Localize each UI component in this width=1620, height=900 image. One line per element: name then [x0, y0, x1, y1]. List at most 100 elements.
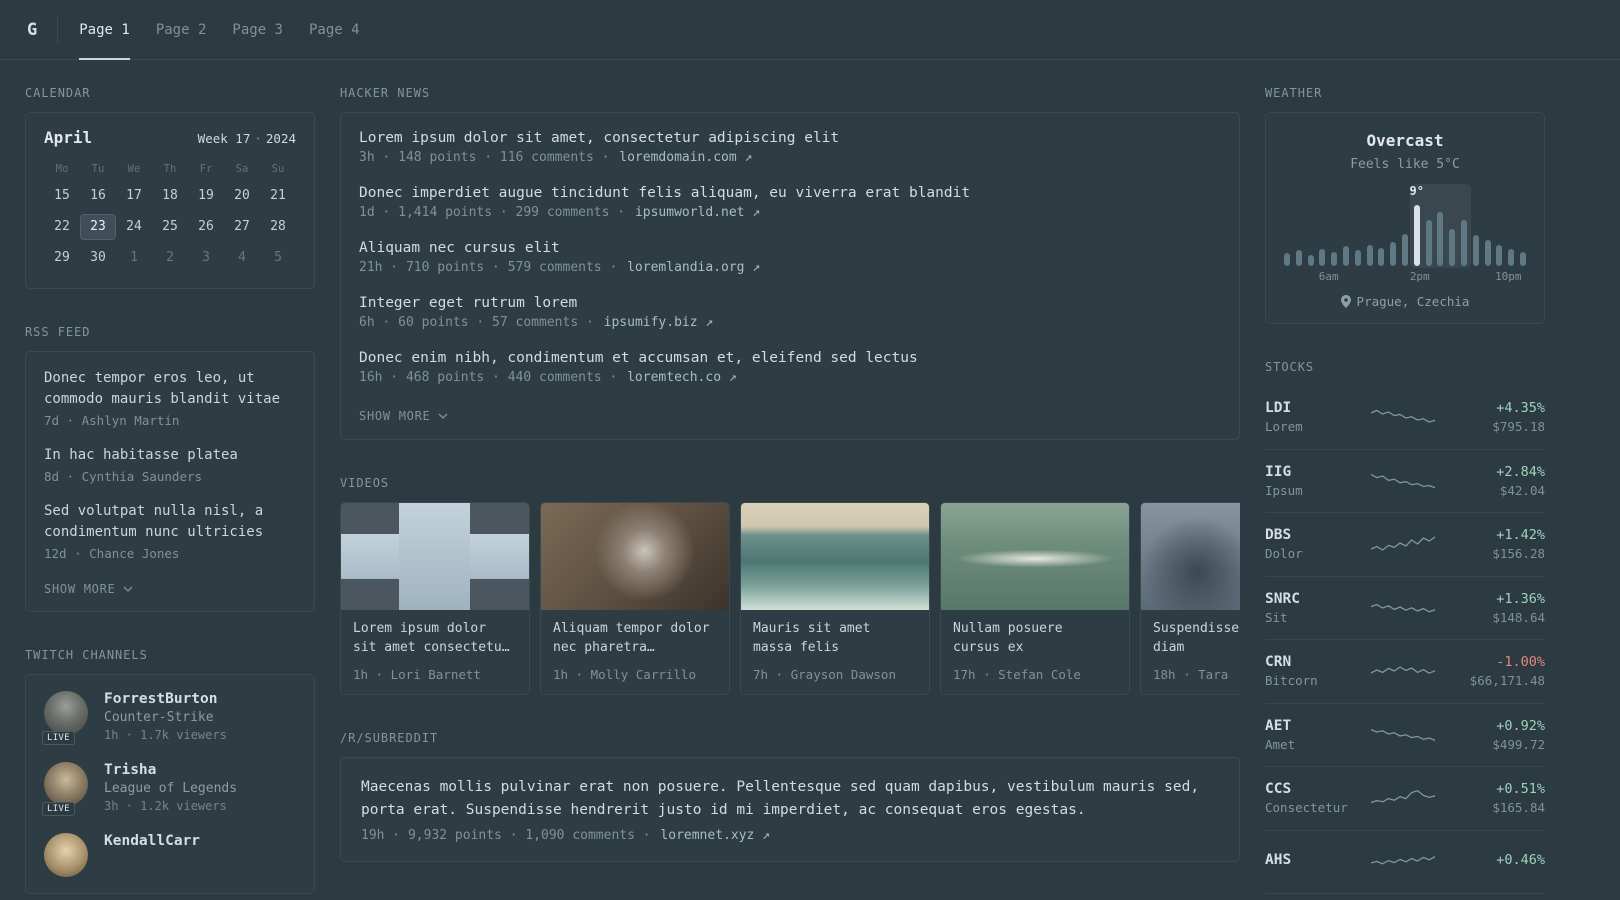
stock-change: +4.35%	[1496, 400, 1545, 417]
twitch-channel-game: League of Legends	[104, 781, 238, 796]
subreddit-section-label: /R/SUBREDDIT	[340, 731, 439, 745]
hn-item-domain-link[interactable]: loremdomain.com ↗	[619, 150, 752, 165]
avatar	[44, 691, 88, 735]
twitch-channel-viewers: 1h · 1.7k viewers	[104, 728, 227, 742]
hn-item-title[interactable]: Integer eget rutrum lorem	[359, 295, 1221, 311]
stock-sparkline	[1361, 468, 1445, 494]
video-card[interactable]: Suspendisse diam 18h · Tara	[1140, 502, 1240, 695]
twitch-channel-info: ForrestBurton Counter-Strike 1h · 1.7k v…	[104, 691, 227, 742]
twitch-channel-row[interactable]: LIVE ForrestBurton Counter-Strike 1h · 1…	[42, 691, 296, 745]
stock-row[interactable]: AET Amet +0.92% $499.72	[1265, 704, 1545, 767]
video-thumbnail[interactable]	[1141, 503, 1240, 610]
right-column: WEATHER Overcast Feels like 5°C 9° 6am 2…	[1265, 86, 1545, 900]
stock-values: +0.46%	[1445, 852, 1545, 871]
stock-row[interactable]: DBS Dolor +1.42% $156.28	[1265, 513, 1545, 577]
dashboard-columns: CALENDAR April Week 17 · 2024 Mo Tu We Th …	[0, 60, 1620, 900]
video-title[interactable]: Suspendisse diam	[1153, 620, 1240, 658]
avatar	[44, 833, 88, 877]
stock-price: $795.18	[1492, 419, 1545, 435]
calendar-widget: CALENDAR April Week 17 · 2024 Mo Tu We Th …	[25, 86, 315, 289]
hn-item-title[interactable]: Aliquam nec cursus elit	[359, 240, 1221, 256]
tab-page-1[interactable]: Page 1	[66, 0, 143, 60]
stock-row[interactable]: LDI Lorem +4.35% $795.18	[1265, 386, 1545, 450]
stock-price: $499.72	[1492, 736, 1545, 752]
twitch-avatar-wrap: LIVE	[42, 691, 90, 745]
hn-show-more-button[interactable]: SHOW MORE	[359, 409, 448, 423]
stock-price: $148.64	[1492, 609, 1545, 625]
video-title[interactable]: Aliquam tempor dolor nec pharetra…	[553, 620, 717, 658]
page-tabs: Page 1 Page 2 Page 3 Page 4	[66, 0, 373, 60]
video-card[interactable]: Mauris sit amet massa felis 7h · Grayson…	[740, 502, 930, 695]
stock-row[interactable]: AHS +0.46%	[1265, 831, 1545, 894]
hacker-news-widget: HACKER NEWS Lorem ipsum dolor sit amet, …	[340, 86, 1240, 440]
hn-item-meta: 1d · 1,414 points · 299 comments · ipsum…	[359, 205, 1221, 220]
weather-bar	[1508, 249, 1515, 266]
dashboard-page: G Page 1 Page 2 Page 3 Page 4 CALENDAR A…	[0, 0, 1620, 900]
hn-item-domain: ipsumworld.net	[634, 205, 745, 220]
calendar-day-next-month: 4	[238, 250, 246, 265]
video-card[interactable]: Aliquam tempor dolor nec pharetra… 1h · …	[540, 502, 730, 695]
video-card[interactable]: Lorem ipsum dolor sit amet consectetu… 1…	[340, 502, 530, 695]
weather-bar	[1425, 219, 1432, 266]
video-title[interactable]: Nullam posuere cursus ex	[953, 620, 1117, 658]
subreddit-post-meta: 19h · 9,932 points · 1,090 comments · lo…	[361, 828, 1219, 843]
rss-show-more-button[interactable]: SHOW MORE	[44, 582, 133, 596]
hn-item-title[interactable]: Donec imperdiet augue tincidunt felis al…	[359, 185, 1221, 201]
hn-item-stats: 21h · 710 points · 579 comments ·	[359, 260, 618, 275]
video-thumbnail[interactable]	[941, 503, 1129, 610]
rss-widget: RSS FEED Donec tempor eros leo, ut commo…	[25, 325, 315, 612]
twitch-channel-name[interactable]: Trisha	[104, 762, 237, 778]
subreddit-post-title[interactable]: Maecenas mollis pulvinar erat non posuer…	[361, 776, 1219, 822]
tab-page-3[interactable]: Page 3	[219, 0, 296, 59]
chevron-down-icon	[438, 413, 447, 419]
twitch-channel-row[interactable]: LIVE Trisha League of Legends 3h · 1.2k …	[42, 762, 296, 816]
stock-sparkline	[1361, 658, 1445, 684]
weather-bar	[1307, 255, 1314, 266]
hn-item-domain-link[interactable]: loremtech.co ↗	[627, 370, 737, 385]
rss-item-title[interactable]: Sed volutpat nulla nisl, a condimentum n…	[44, 501, 296, 543]
app-logo[interactable]: G	[27, 0, 57, 59]
twitch-channel-name[interactable]: ForrestBurton	[104, 691, 227, 707]
tab-page-2[interactable]: Page 2	[143, 0, 220, 59]
video-thumbnail[interactable]	[541, 503, 729, 610]
stock-row[interactable]: CRN Bitcorn -1.00% $66,171.48	[1265, 640, 1545, 704]
hn-item-domain-link[interactable]: ipsumworld.net ↗	[635, 205, 760, 220]
twitch-channel-game: Counter-Strike	[104, 710, 214, 725]
rss-item[interactable]: Donec tempor eros leo, ut commodo mauris…	[44, 368, 296, 428]
stock-row[interactable]: IIG Ipsum +2.84% $42.04	[1265, 450, 1545, 513]
rss-item-title[interactable]: In hac habitasse platea	[44, 445, 296, 466]
rss-item[interactable]: Sed volutpat nulla nisl, a condimentum n…	[44, 501, 296, 561]
stock-name: Sit	[1265, 609, 1288, 625]
rss-item[interactable]: In hac habitasse platea 8d · Cynthia Sau…	[44, 445, 296, 484]
time-label: 10pm	[1495, 270, 1522, 283]
subreddit-post-stats: 19h · 9,932 points · 1,090 comments ·	[361, 828, 651, 844]
video-thumbnail[interactable]	[341, 503, 529, 610]
video-title[interactable]: Lorem ipsum dolor sit amet consectetu…	[353, 620, 517, 658]
weather-bar	[1378, 248, 1385, 266]
rss-item-meta: 8d · Cynthia Saunders	[44, 469, 203, 484]
twitch-channel-name[interactable]: KendallCarr	[104, 833, 200, 849]
weather-bar	[1519, 251, 1526, 266]
video-thumbnail[interactable]	[741, 503, 929, 610]
hn-item-title[interactable]: Lorem ipsum dolor sit amet, consectetur …	[359, 130, 1221, 146]
time-label: 2pm	[1409, 270, 1430, 283]
hn-item-title[interactable]: Donec enim nibh, condimentum et accumsan…	[359, 350, 1221, 366]
stock-row[interactable]: SNRC Sit +1.36% $148.64	[1265, 577, 1545, 640]
middle-column: HACKER NEWS Lorem ipsum dolor sit amet, …	[340, 86, 1240, 898]
stock-ticker: AET	[1265, 717, 1292, 734]
stock-id: SNRC Sit	[1265, 591, 1361, 625]
stock-id: LDI Lorem	[1265, 400, 1361, 434]
stock-row[interactable]: CCS Consectetur +0.51% $165.84	[1265, 767, 1545, 831]
hn-item: Lorem ipsum dolor sit amet, consectetur …	[359, 130, 1221, 165]
video-card[interactable]: Nullam posuere cursus ex 17h · Stefan Co…	[940, 502, 1130, 695]
subreddit-domain-link[interactable]: loremnet.xyz ↗	[660, 828, 770, 843]
stock-values: +0.51% $165.84	[1445, 781, 1545, 815]
rss-item-title[interactable]: Donec tempor eros leo, ut commodo mauris…	[44, 368, 296, 410]
weather-section-label: WEATHER	[1265, 86, 1323, 100]
video-title[interactable]: Mauris sit amet massa felis	[753, 620, 917, 658]
hn-item-domain-link[interactable]: ipsumify.biz ↗	[604, 315, 714, 330]
tab-page-4[interactable]: Page 4	[296, 0, 373, 59]
twitch-channel-row[interactable]: KendallCarr	[44, 833, 296, 877]
hn-item-domain-link[interactable]: loremlandia.org ↗	[627, 260, 760, 275]
stocks-list: LDI Lorem +4.35% $795.18 IIG Ipsum +2.84…	[1265, 386, 1545, 894]
